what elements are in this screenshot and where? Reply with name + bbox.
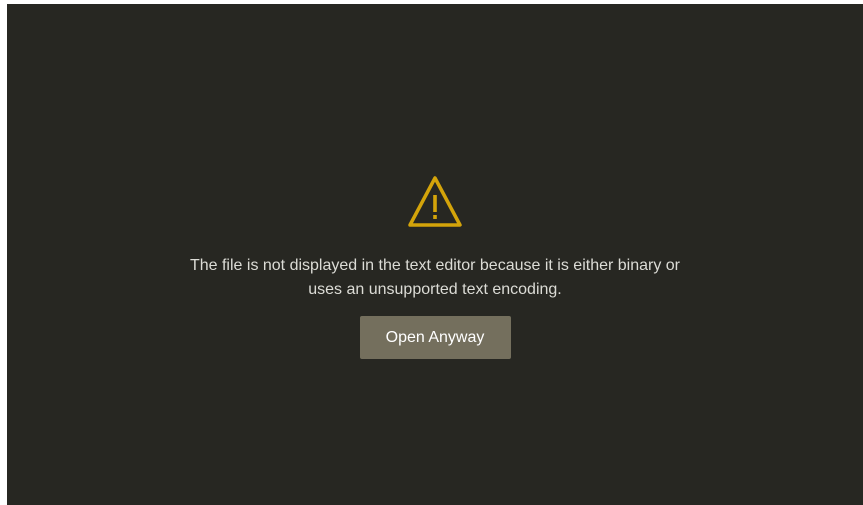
warning-icon <box>408 176 462 227</box>
open-anyway-button[interactable]: Open Anyway <box>359 316 511 359</box>
notice-message: The file is not displayed in the text ed… <box>125 254 745 302</box>
editor-area: The file is not displayed in the text ed… <box>7 4 863 505</box>
notice-message-line-1: The file is not displayed in the text ed… <box>189 257 681 274</box>
notice-message-line-2: uses an unsupported text encoding. <box>308 281 562 298</box>
binary-file-notice: The file is not displayed in the text ed… <box>7 174 863 359</box>
